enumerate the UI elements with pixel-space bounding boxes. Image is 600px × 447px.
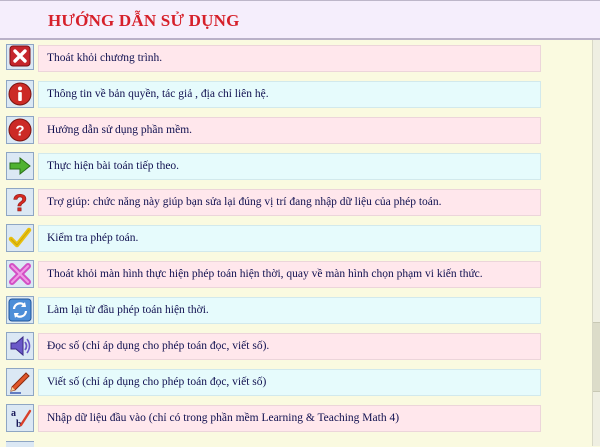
pencil-icon[interactable]	[6, 368, 34, 396]
info-icon[interactable]	[6, 80, 34, 108]
list-item: Thông tin về bản quyền, tác giả , địa ch…	[0, 76, 592, 112]
list-item: Làm lại từ đầu phép toán hiện thời.	[0, 292, 592, 328]
refresh-icon[interactable]	[6, 296, 34, 324]
magenta-x-icon[interactable]	[6, 260, 34, 288]
item-description: Làm lại từ đầu phép toán hiện thời.	[38, 297, 541, 324]
green-arrow-right-icon[interactable]	[6, 152, 34, 180]
svg-text:?: ?	[15, 123, 24, 140]
checkmark-icon[interactable]	[6, 224, 34, 252]
item-description: Hướng dẫn sử dụng phần mềm.	[38, 117, 541, 144]
vertical-scrollbar[interactable]	[592, 40, 600, 446]
close-x-icon[interactable]	[6, 44, 34, 70]
list-item: ? Hướng dẫn sử dụng phần mềm.	[0, 112, 592, 148]
item-description: Thoát khỏi màn hình thực hiện phép toán …	[38, 261, 541, 288]
list-item: Thoát khỏi chương trình.	[0, 40, 592, 76]
help-question-icon[interactable]: ?	[6, 116, 34, 144]
list-item: ? Trợ giúp: chức năng này giúp bạn sửa l…	[0, 184, 592, 220]
list-item: a b Nhập dữ liệu đầu vào (chỉ có trong p…	[0, 400, 592, 436]
list-item: Viết số (chỉ áp dụng cho phép toán đọc, …	[0, 364, 592, 400]
svg-text:?: ?	[13, 190, 28, 215]
item-description: Thực hiện bài toán tiếp theo.	[38, 153, 541, 180]
item-description: Nhập dữ liệu đầu vào (chỉ có trong phần …	[38, 405, 541, 432]
page-title: HƯỚNG DẪN SỬ DỤNG	[48, 11, 240, 30]
list-item: Đọc số (chỉ áp dụng cho phép toán đọc, v…	[0, 328, 592, 364]
input-data-icon[interactable]: a b	[6, 404, 34, 432]
item-description: Viết số (chỉ áp dụng cho phép toán đọc, …	[38, 369, 541, 396]
next-item-icon-partial	[6, 441, 34, 447]
help-list: Thoát khỏi chương trình. Thông tin về bả…	[0, 40, 592, 446]
item-description: Kiểm tra phép toán.	[38, 225, 541, 252]
item-description: Đọc số (chỉ áp dụng cho phép toán đọc, v…	[38, 333, 541, 360]
list-item: Kiểm tra phép toán.	[0, 220, 592, 256]
item-description: Thoát khỏi chương trình.	[38, 45, 541, 72]
header-bar: HƯỚNG DẪN SỬ DỤNG	[0, 0, 600, 40]
list-item: Thực hiện bài toán tiếp theo.	[0, 148, 592, 184]
item-description: Trợ giúp: chức năng này giúp bạn sửa lại…	[38, 189, 541, 216]
speaker-icon[interactable]	[6, 332, 34, 360]
item-description: Thông tin về bản quyền, tác giả , địa ch…	[38, 81, 541, 108]
scrollbar-thumb[interactable]	[593, 322, 600, 392]
svg-text:a: a	[11, 408, 16, 419]
list-item: Thoát khỏi màn hình thực hiện phép toán …	[0, 256, 592, 292]
red-question-mark-icon[interactable]: ?	[6, 188, 34, 216]
